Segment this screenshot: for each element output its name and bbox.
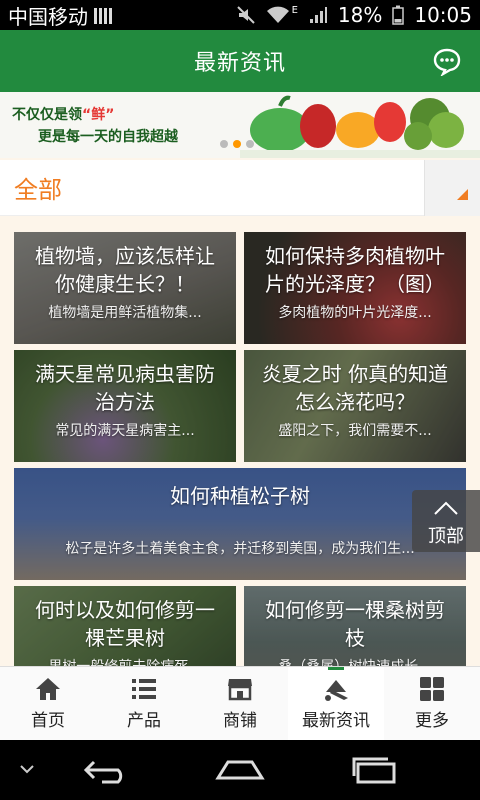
article-summary: 盛阳之下，我们需要不...	[278, 423, 432, 439]
article-card[interactable]: 何时以及如何修剪一棵芒果树 果树一般修剪去除病死...	[14, 586, 236, 666]
list-icon	[132, 679, 156, 699]
article-title: 满天星常见病虫害防治方法	[35, 362, 215, 414]
shop-icon	[228, 679, 252, 701]
nav-item-home[interactable]: 首页	[0, 667, 96, 740]
article-title: 如何种植松子树	[170, 484, 310, 508]
article-title: 如何修剪一棵桑树剪枝	[265, 598, 445, 650]
article-summary: 果树一般修剪去除病死...	[14, 656, 236, 666]
clock: 10:05	[414, 3, 472, 27]
article-title: 何时以及如何修剪一棵芒果树	[35, 598, 215, 650]
home-icon	[36, 678, 60, 700]
banner-line1-prefix: 不仅仅是领	[12, 107, 82, 123]
nav-label: 产品	[127, 711, 161, 731]
article-summary: 松子是许多土着美食主食，并迁移到美国，成为我们生...	[65, 541, 415, 557]
category-bar: 全部	[0, 160, 480, 216]
cell-signal-icon	[309, 7, 327, 23]
article-summary: 桑（桑属）树快速成长...	[244, 656, 466, 666]
banner-pager	[220, 140, 254, 148]
news-icon	[325, 680, 348, 701]
article-card[interactable]: 如何修剪一棵桑树剪枝 桑（桑属）树快速成长...	[244, 586, 466, 666]
carrier-name: 中国移动	[8, 4, 88, 29]
nav-label: 更多	[415, 711, 449, 731]
nav-item-more[interactable]: 更多	[384, 667, 480, 740]
back-icon[interactable]	[82, 754, 132, 786]
status-bar: 中国移动 E 18% 10:05	[0, 0, 480, 30]
system-nav-bar	[0, 740, 480, 800]
article-summary: 多肉植物的叶片光泽度...	[278, 305, 432, 321]
article-title: 如何保持多肉植物叶片的光泽度？（图）	[265, 244, 445, 296]
article-card[interactable]: 如何保持多肉植物叶片的光泽度？（图） 多肉植物的叶片光泽度...	[244, 232, 466, 344]
article-grid: 植物墙，应该怎样让你健康生长？！ 植物墙是用鲜活植物集... 如何保持多肉植物叶…	[0, 216, 480, 666]
vegetables-image	[240, 95, 480, 158]
article-card[interactable]: 植物墙，应该怎样让你健康生长？！ 植物墙是用鲜活植物集...	[14, 232, 236, 344]
network-type: E	[291, 4, 298, 16]
banner-line1: 不仅仅是领“鲜”	[12, 104, 114, 124]
carrier-info: 中国移动	[8, 1, 236, 30]
article-card[interactable]: 满天星常见病虫害防治方法 常见的满天星病害主...	[14, 350, 236, 462]
chat-icon[interactable]	[432, 46, 462, 76]
nav-item-news[interactable]: 最新资讯	[288, 667, 384, 740]
chevron-up-icon	[434, 501, 458, 515]
article-title: 炎夏之时 你真的知道怎么浇花吗？	[261, 362, 449, 414]
category-label[interactable]: 全部	[14, 170, 62, 205]
banner-line1-highlight: “鲜”	[82, 107, 115, 123]
pager-dot	[246, 140, 254, 148]
article-card[interactable]: 炎夏之时 你真的知道怎么浇花吗？ 盛阳之下，我们需要不...	[244, 350, 466, 462]
category-dropdown-button[interactable]	[424, 160, 480, 216]
banner-line2: 更是每一天的自我超越	[38, 129, 178, 145]
back-to-top-label: 顶部	[428, 526, 464, 547]
article-card[interactable]: 如何种植松子树 松子是许多土着美食主食，并迁移到美国，成为我们生...	[14, 468, 466, 580]
nav-item-products[interactable]: 产品	[96, 667, 192, 740]
mute-icon	[236, 6, 255, 24]
app-header: 最新资讯	[0, 30, 480, 92]
promo-banner[interactable]: 不仅仅是领“鲜” 更是每一天的自我超越	[0, 92, 480, 158]
sim-signal-icon	[94, 6, 112, 24]
back-to-top-button[interactable]: 顶部	[412, 490, 480, 552]
grid-icon	[420, 677, 444, 701]
home-button-icon[interactable]	[214, 754, 266, 786]
nav-label: 商铺	[223, 711, 257, 731]
article-title: 植物墙，应该怎样让你健康生长？！	[35, 244, 215, 296]
dropdown-arrow-icon	[457, 189, 468, 200]
wifi-icon	[266, 6, 289, 23]
pager-dot	[220, 140, 228, 148]
recent-apps-icon[interactable]	[350, 754, 398, 786]
battery-percent: 18%	[337, 3, 383, 27]
nav-item-shops[interactable]: 商铺	[192, 667, 288, 740]
bottom-nav: 首页 产品 商铺 最新资讯 更多	[0, 666, 480, 740]
nav-label: 最新资讯	[302, 711, 370, 731]
article-summary: 常见的满天星病害主...	[55, 423, 195, 439]
battery-icon	[392, 5, 405, 25]
nav-label: 首页	[31, 711, 65, 731]
pager-dot-active	[233, 140, 241, 148]
article-summary: 植物墙是用鲜活植物集...	[48, 305, 202, 321]
page-title: 最新资讯	[193, 51, 286, 76]
chevron-down-icon[interactable]	[18, 762, 36, 776]
